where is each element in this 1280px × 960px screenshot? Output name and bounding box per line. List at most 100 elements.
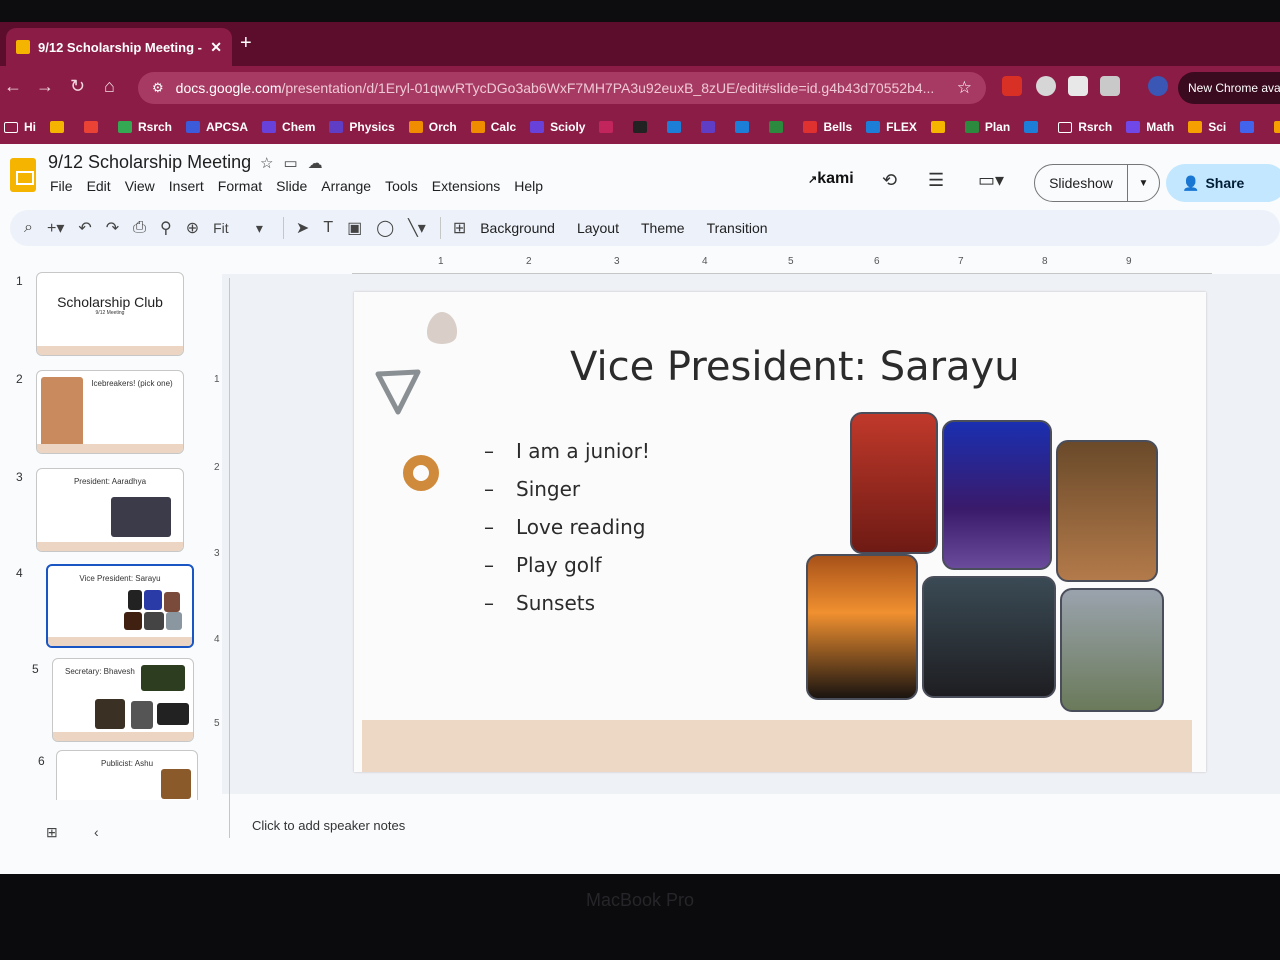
- browser-tab[interactable]: 9/12 Scholarship Meeting - G ✕: [6, 28, 232, 66]
- cloud-extension-icon[interactable]: [1036, 76, 1056, 96]
- bookmark-item[interactable]: [1024, 121, 1044, 133]
- menu-view[interactable]: View: [125, 178, 155, 194]
- photo-sunset-road[interactable]: [806, 554, 918, 700]
- bookmark-item[interactable]: [633, 121, 653, 133]
- slide-title[interactable]: Vice President: Sarayu: [570, 344, 1020, 390]
- back-icon[interactable]: ←: [4, 76, 22, 97]
- speaker-notes[interactable]: Click to add speaker notes: [252, 818, 405, 833]
- transition-button[interactable]: Transition: [707, 220, 768, 236]
- menu-help[interactable]: Help: [514, 178, 543, 194]
- bookmark-item[interactable]: Bells: [803, 120, 852, 134]
- kami-button[interactable]: ↗kami: [808, 170, 854, 188]
- menu-tools[interactable]: Tools: [385, 178, 418, 194]
- line-icon[interactable]: ╲▾: [408, 218, 426, 238]
- bookmark-item[interactable]: Plan: [964, 120, 1010, 134]
- bookmark-item[interactable]: Rsrch: [118, 120, 172, 134]
- slide-thumbnail-1[interactable]: Scholarship Club 9/12 Meeting: [36, 272, 184, 356]
- puzzle-extensions-icon[interactable]: [1100, 76, 1120, 96]
- new-chrome-available-button[interactable]: New Chrome ava: [1178, 72, 1280, 104]
- comments-icon[interactable]: ☰: [928, 170, 944, 191]
- bookmark-item[interactable]: Chem: [262, 120, 315, 134]
- bookmark-item[interactable]: Calc: [470, 120, 516, 134]
- menu-insert[interactable]: Insert: [169, 178, 204, 194]
- version-history-icon[interactable]: ⟲: [882, 170, 897, 191]
- layout-button[interactable]: Layout: [577, 220, 619, 236]
- bookmark-item[interactable]: [599, 121, 619, 133]
- menu-edit[interactable]: Edit: [87, 178, 111, 194]
- bookmark-item[interactable]: [667, 121, 687, 133]
- bookmark-star-icon[interactable]: ☆: [957, 78, 972, 98]
- photo-formal-event[interactable]: [942, 420, 1052, 570]
- star-icon[interactable]: ☆: [260, 155, 283, 172]
- slide-thumbnail-6[interactable]: Publicist: Ashu: [56, 750, 198, 800]
- extension-icon[interactable]: [1068, 76, 1088, 96]
- grid-view-icon[interactable]: ⊞: [46, 824, 58, 841]
- chevron-down-icon[interactable]: ▼: [1127, 165, 1159, 201]
- gmail-extension-icon[interactable]: [1002, 76, 1022, 96]
- undo-icon[interactable]: ↶: [78, 218, 91, 238]
- bookmark-item[interactable]: Sci: [1188, 120, 1226, 134]
- bookmark-item[interactable]: ts: [1274, 120, 1280, 134]
- search-icon[interactable]: ⌕: [24, 219, 33, 237]
- zoom-icon[interactable]: ⊕: [186, 218, 199, 238]
- home-icon[interactable]: ⌂: [104, 76, 115, 97]
- slides-logo-icon[interactable]: [10, 158, 36, 192]
- current-slide[interactable]: Vice President: Sarayu – I am a junior! –…: [354, 292, 1206, 772]
- image-icon[interactable]: ▣: [347, 218, 362, 238]
- theme-button[interactable]: Theme: [641, 220, 685, 236]
- photo-group[interactable]: [922, 576, 1056, 698]
- zoom-select[interactable]: Fit ▾: [213, 220, 263, 237]
- bookmark-item[interactable]: [930, 121, 951, 133]
- bookmark-item[interactable]: [84, 121, 104, 133]
- document-title[interactable]: 9/12 Scholarship Meeting: [48, 152, 251, 173]
- bookmark-item[interactable]: Physics: [329, 120, 395, 134]
- photo-lanterns[interactable]: [1056, 440, 1158, 582]
- close-tab-icon[interactable]: ✕: [210, 39, 222, 56]
- forward-icon[interactable]: →: [36, 76, 54, 97]
- redo-icon[interactable]: ↷: [106, 218, 119, 238]
- paint-format-icon[interactable]: ⚲: [160, 218, 172, 238]
- menu-arrange[interactable]: Arrange: [321, 178, 371, 194]
- bookmark-item[interactable]: Hi: [4, 120, 36, 134]
- slideshow-button[interactable]: Slideshow ▼: [1034, 164, 1160, 202]
- bookmark-item[interactable]: [1240, 121, 1260, 133]
- add-comment-icon[interactable]: ⊞: [453, 218, 466, 238]
- bookmark-item[interactable]: [50, 121, 70, 133]
- bookmark-item[interactable]: APCSA: [186, 120, 248, 134]
- text-box-icon[interactable]: T: [323, 219, 333, 237]
- site-info-icon[interactable]: ⚙: [152, 80, 164, 96]
- bookmark-item[interactable]: [735, 121, 755, 133]
- share-button[interactable]: 👤 Share: [1166, 164, 1280, 202]
- slide-thumbnail-2[interactable]: Icebreakers! (pick one): [36, 370, 184, 454]
- bookmark-item[interactable]: Scioly: [530, 120, 585, 134]
- bookmark-item[interactable]: [701, 121, 721, 133]
- reload-icon[interactable]: ↻: [70, 76, 85, 97]
- photo-rainbow-park[interactable]: [1060, 588, 1164, 712]
- menu-extensions[interactable]: Extensions: [432, 178, 500, 194]
- photo-traditional-dress[interactable]: [850, 412, 938, 554]
- menu-slide[interactable]: Slide: [276, 178, 307, 194]
- profile-avatar[interactable]: [1148, 76, 1168, 96]
- print-icon[interactable]: ⎙: [133, 219, 146, 237]
- slide-thumbnail-5[interactable]: Secretary: Bhavesh: [52, 658, 194, 742]
- slide-thumbnail-4[interactable]: Vice President: Sarayu: [46, 564, 194, 648]
- move-folder-icon[interactable]: ▭: [283, 155, 307, 172]
- bookmark-item[interactable]: Rsrch: [1058, 120, 1112, 134]
- slide-bullet-list[interactable]: – I am a junior! – Singer – Love reading – P…: [484, 432, 650, 622]
- new-slide-icon[interactable]: +▾: [47, 218, 64, 238]
- background-button[interactable]: Background: [480, 220, 555, 236]
- new-tab-icon[interactable]: +: [240, 32, 252, 55]
- bookmark-item[interactable]: Math: [1126, 120, 1174, 134]
- collapse-panel-icon[interactable]: ‹: [94, 824, 99, 840]
- shape-icon[interactable]: ◯: [376, 218, 394, 238]
- slide-thumbnail-3[interactable]: President: Aaradhya: [36, 468, 184, 552]
- bookmark-item[interactable]: Orch: [408, 120, 457, 134]
- menu-file[interactable]: File: [50, 178, 73, 194]
- address-bar[interactable]: ⚙ docs.google.com /presentation/d/1Eryl-…: [138, 72, 986, 104]
- select-cursor-icon[interactable]: ➤: [296, 218, 309, 238]
- menu-format[interactable]: Format: [218, 178, 262, 194]
- bookmark-item[interactable]: FLEX: [866, 120, 917, 134]
- meet-camera-icon[interactable]: ▭▾: [978, 170, 1004, 191]
- cloud-status-icon[interactable]: ☁: [308, 155, 333, 172]
- bookmark-item[interactable]: [769, 121, 789, 133]
